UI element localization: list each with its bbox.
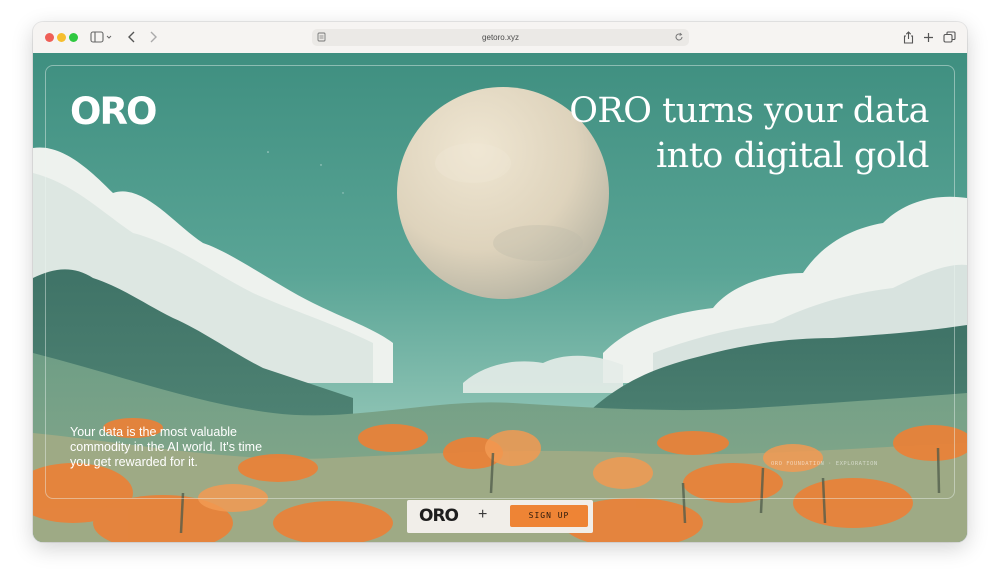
new-tab-button[interactable]	[921, 29, 935, 45]
minimize-window-button[interactable]	[57, 33, 66, 42]
tab-overview-button[interactable]	[941, 29, 957, 45]
zoom-window-button[interactable]	[69, 33, 78, 42]
share-button[interactable]	[901, 29, 915, 45]
sidebar-icon	[90, 31, 112, 43]
image-credits: ORO FOUNDATION · EXPLORATION	[771, 461, 878, 467]
plus-icon	[923, 32, 933, 42]
share-icon	[903, 30, 913, 44]
chevron-right-icon	[150, 31, 157, 43]
back-button[interactable]	[125, 29, 139, 45]
tabs-icon	[942, 31, 956, 43]
hero-headline: ORO turns your data into digital gold	[569, 89, 929, 179]
hero-tagline: Your data is the most valuable commodity…	[70, 425, 263, 469]
headline-line-2: into digital gold	[655, 136, 930, 176]
address-bar[interactable]: getoro.xyz	[312, 29, 689, 46]
sidebar-toggle-button[interactable]	[89, 29, 113, 45]
chevron-left-icon	[128, 31, 135, 43]
sign-up-button[interactable]: SIGN UP	[510, 505, 588, 527]
page-menu-icon[interactable]	[317, 32, 326, 42]
oro-logo[interactable]: ORO	[70, 93, 157, 130]
signup-bar: ORO + SIGN UP	[407, 500, 593, 533]
reload-icon[interactable]	[674, 32, 684, 42]
url-text: getoro.xyz	[482, 33, 519, 42]
signup-bar-logo: ORO	[419, 506, 459, 526]
browser-toolbar: getoro.xyz	[33, 22, 967, 54]
web-page: ORO ORO turns your data into digital gol…	[33, 53, 967, 542]
forward-button[interactable]	[146, 29, 160, 45]
plus-icon: +	[478, 506, 488, 523]
headline-line-1: ORO turns your data	[569, 91, 929, 131]
browser-window: getoro.xyz ORO ORO turns your data into …	[33, 22, 967, 542]
close-window-button[interactable]	[45, 33, 54, 42]
